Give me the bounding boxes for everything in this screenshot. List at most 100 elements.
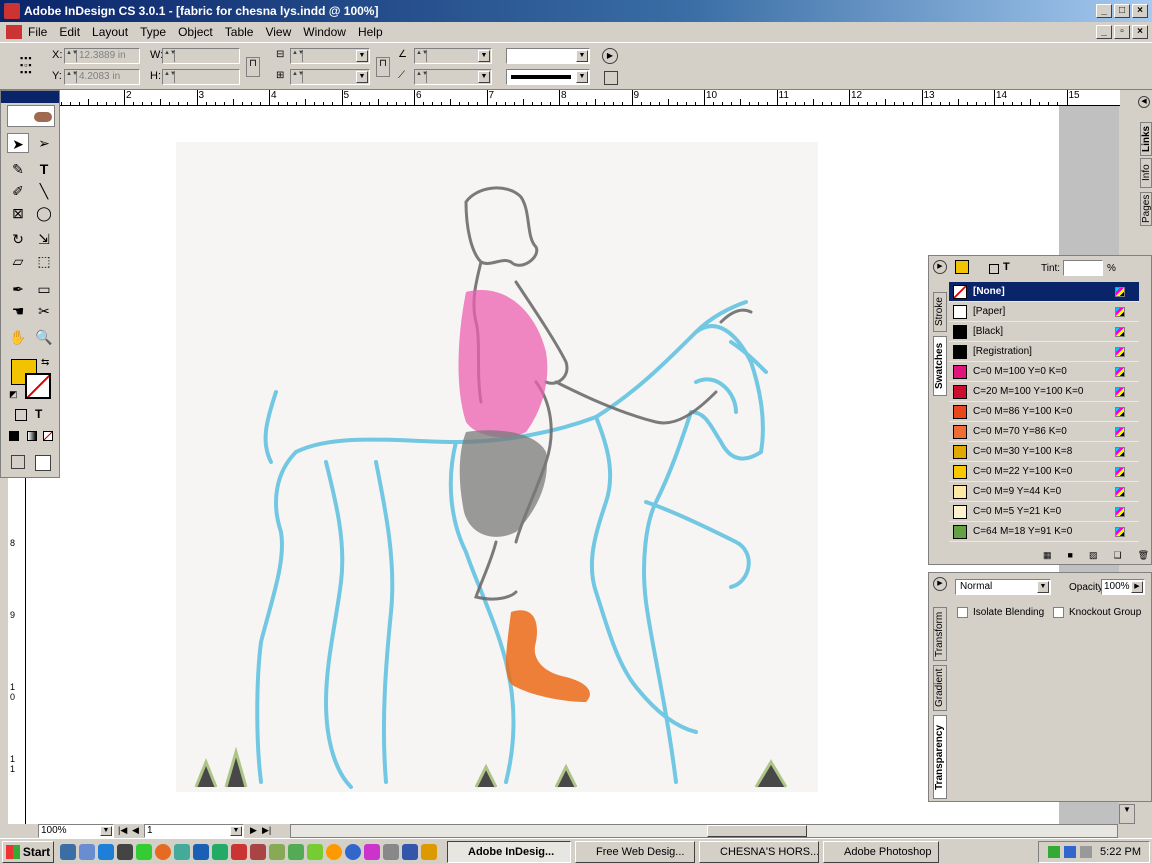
quicklaunch-icon-7[interactable] <box>174 843 190 860</box>
free-transform-tool-icon[interactable]: ⬚ <box>33 251 55 271</box>
tab-transform[interactable]: Transform <box>933 607 947 661</box>
shear-tool-icon[interactable]: ▱ <box>7 251 29 271</box>
quicklaunch-icon-2[interactable] <box>79 843 95 860</box>
rotate-tool-icon[interactable]: ↻ <box>7 229 29 249</box>
menu-layout[interactable]: Layout <box>86 25 134 39</box>
page-field[interactable]: 1 ▼ <box>144 824 244 838</box>
vertical-scrollbar[interactable]: ▼ <box>1119 804 1135 824</box>
last-page-button[interactable]: ▶| <box>262 825 271 836</box>
scale-y-field[interactable]: ▲▼ ▼ <box>290 69 370 85</box>
next-page-button[interactable]: ▶ <box>250 825 257 836</box>
show-color-icon[interactable]: ■ <box>1068 550 1073 564</box>
dock-button[interactable]: ◀ <box>1138 96 1150 108</box>
doc-minimize-button[interactable]: _ <box>1096 25 1112 39</box>
constrain-scale-icon[interactable]: ⊓ <box>376 57 390 77</box>
new-swatch-icon[interactable]: ❏ <box>1113 550 1121 564</box>
menu-table[interactable]: Table <box>219 25 260 39</box>
blend-mode-dropdown[interactable]: Normal ▼ <box>955 579 1051 595</box>
swatch-row[interactable]: C=0 M=5 Y=21 K=0 <box>949 502 1139 522</box>
swatch-row[interactable]: C=0 M=9 Y=44 K=0 <box>949 482 1139 502</box>
show-gradient-icon[interactable]: ▨ <box>1089 550 1098 564</box>
delete-swatch-icon[interactable]: 🗑 <box>1138 550 1149 564</box>
menu-window[interactable]: Window <box>297 25 352 39</box>
quicklaunch-icon-13[interactable] <box>288 843 304 860</box>
text-icon[interactable]: T <box>1003 261 1010 273</box>
constrain-proportions-icon[interactable]: ⊓ <box>246 57 260 77</box>
close-button[interactable]: × <box>1132 4 1148 18</box>
swatch-row[interactable]: C=0 M=22 Y=100 K=0 <box>949 462 1139 482</box>
swatch-row[interactable]: C=0 M=100 Y=0 K=0 <box>949 362 1139 382</box>
pencil-tool-icon[interactable]: ✐ <box>7 181 29 201</box>
tab-links[interactable]: Links <box>1140 122 1152 156</box>
swatch-row[interactable]: [None] <box>949 282 1139 302</box>
tab-transparency[interactable]: Transparency <box>933 715 947 799</box>
fill-stroke-toggle-icon[interactable] <box>955 260 969 274</box>
quicklaunch-icon-11[interactable] <box>250 843 266 860</box>
tray-icon-3[interactable] <box>1080 846 1093 858</box>
ie-icon[interactable] <box>98 843 114 860</box>
quicklaunch-icon-19[interactable] <box>402 843 418 860</box>
x-field[interactable]: ▲▼ 12.3889 in <box>64 48 140 64</box>
swap-fill-stroke-icon[interactable]: ⇆ <box>41 357 49 368</box>
container-icon[interactable] <box>989 264 999 274</box>
ellipse-tool-icon[interactable]: ◯ <box>33 203 55 223</box>
formatting-container-icon[interactable] <box>15 409 27 421</box>
default-fill-stroke-icon[interactable]: ◩ <box>9 389 18 400</box>
normal-view-icon[interactable] <box>11 455 25 469</box>
quicklaunch-icon-1[interactable] <box>60 843 76 860</box>
task-photoshop[interactable]: Adobe Photoshop <box>823 840 939 863</box>
rectangle-frame-tool-icon[interactable]: ⊠ <box>7 203 29 223</box>
scroll-thumb[interactable] <box>707 825 807 837</box>
first-page-button[interactable]: |◀ <box>118 825 127 836</box>
swatch-row[interactable]: C=0 M=30 Y=100 K=8 <box>949 442 1139 462</box>
quicklaunch-icon-4[interactable] <box>117 843 133 860</box>
quicklaunch-icon-5[interactable] <box>136 843 152 860</box>
h-field[interactable]: ▲▼ <box>162 69 240 85</box>
menu-type[interactable]: Type <box>134 25 172 39</box>
hand-tool-icon[interactable]: ✋ <box>7 327 29 347</box>
w-field[interactable]: ▲▼ <box>162 48 240 64</box>
preview-view-icon[interactable] <box>35 455 51 471</box>
minimize-button[interactable]: _ <box>1096 4 1112 18</box>
prev-page-button[interactable]: ◀ <box>132 825 139 836</box>
type-tool-icon[interactable]: T <box>33 159 55 179</box>
eyedropper-tool-icon[interactable]: ✒ <box>7 279 29 299</box>
selection-tool-icon[interactable]: ➤ <box>7 133 29 153</box>
menu-file[interactable]: File <box>22 25 53 39</box>
quicklaunch-icon-10[interactable] <box>231 843 247 860</box>
zoom-field[interactable]: 100% ▼ <box>38 824 114 838</box>
isolate-blending-checkbox[interactable] <box>957 607 968 618</box>
pen-tool-icon[interactable]: ✎ <box>7 159 29 179</box>
swatch-row[interactable]: C=0 M=70 Y=86 K=0 <box>949 422 1139 442</box>
menu-object[interactable]: Object <box>172 25 219 39</box>
formatting-text-icon[interactable]: T <box>35 407 42 421</box>
tab-gradient[interactable]: Gradient <box>933 665 947 711</box>
scale-tool-icon[interactable]: ⇲ <box>33 229 55 249</box>
rotate-field[interactable]: ▲▼ ▼ <box>414 48 492 64</box>
reference-point-icon[interactable]: ▪▪▪ ▪▫▪ ▪▪▪ <box>20 54 42 77</box>
quicklaunch-icon-16[interactable] <box>345 843 361 860</box>
tools-title-bar[interactable] <box>1 91 59 103</box>
y-field[interactable]: ▲▼ 4.2083 in <box>64 69 140 85</box>
quicklaunch-icon-17[interactable] <box>364 843 380 860</box>
button-tool-icon[interactable]: ☚ <box>7 301 29 321</box>
start-button[interactable]: Start <box>2 840 54 863</box>
apply-gradient-icon[interactable] <box>27 431 37 441</box>
gradient-tool-icon[interactable]: ▭ <box>33 279 55 299</box>
artwork-image[interactable] <box>176 142 818 792</box>
scissors-tool-icon[interactable]: ✂ <box>33 301 55 321</box>
knockout-group-checkbox[interactable] <box>1053 607 1064 618</box>
tray-icon-2[interactable] <box>1064 846 1077 858</box>
quicklaunch-icon-12[interactable] <box>269 843 285 860</box>
doc-restore-button[interactable]: ▫ <box>1114 25 1130 39</box>
task-web-design[interactable]: Free Web Desig... <box>575 840 695 863</box>
quicklaunch-icon-8[interactable] <box>193 843 209 860</box>
tint-field[interactable] <box>1063 260 1103 276</box>
show-all-icon[interactable]: ▦ <box>1043 550 1052 564</box>
palette-icon[interactable] <box>604 71 618 85</box>
menu-edit[interactable]: Edit <box>53 25 86 39</box>
scale-x-field[interactable]: ▲▼ ▼ <box>290 48 370 64</box>
maximize-button[interactable]: □ <box>1114 4 1130 18</box>
tab-info[interactable]: Info <box>1140 158 1152 188</box>
quicklaunch-icon-14[interactable] <box>307 843 323 860</box>
